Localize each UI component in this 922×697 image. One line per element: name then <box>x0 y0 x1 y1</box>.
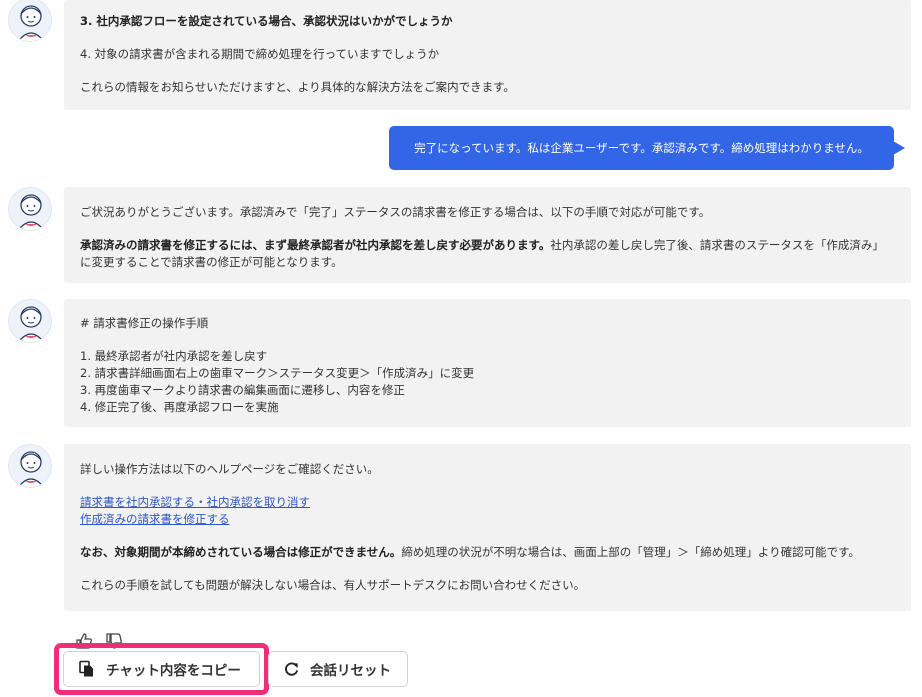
message-bold-text: なお、対象期間が本締めされている場合は修正ができません。 <box>80 545 402 559</box>
list-item: 3. 再度歯車マークより請求書の編集画面に遷移し、内容を修正 <box>80 383 405 397</box>
list-item: 1. 最終承認者が社内承認を差し戻す <box>80 349 268 363</box>
bot-message-4: 詳しい操作方法は以下のヘルプページをご確認ください。 請求書を社内承認する・社内… <box>64 444 911 611</box>
help-link-edit-invoice[interactable]: 作成済みの請求書を修正する <box>80 512 230 526</box>
bot-message-2: ご状況ありがとうございます。承認済みで「完了」ステータスの請求書を修正する場合は… <box>64 187 911 283</box>
message-paragraph: なお、対象期間が本締めされている場合は修正ができません。締め処理の状況が不明な場… <box>80 544 895 561</box>
bot-message-1: 3. 社内承認フローを設定されている場合、承認状況はいかがでしょうか 4. 対象… <box>64 0 911 110</box>
message-text: これらの手順を試しても問題が解決しない場合は、有人サポートデスクにお問い合わせく… <box>80 578 586 592</box>
message-text: 詳しい操作方法は以下のヘルプページをご確認ください。 <box>80 462 379 476</box>
bot-avatar-icon <box>8 299 52 343</box>
message-heading: # 請求書修正の操作手順 <box>80 316 209 330</box>
refresh-icon <box>285 661 299 676</box>
reset-chat-button[interactable]: 会話リセット <box>268 651 408 687</box>
bot-avatar-icon <box>8 0 52 42</box>
message-text: これらの情報をお知らせいただけますと、より具体的な解決方法をご案内できます。 <box>80 80 515 94</box>
bot-avatar-icon <box>8 187 52 231</box>
list-item: 4. 修正完了後、再度承認フローを実施 <box>80 400 279 414</box>
bot-message-3: # 請求書修正の操作手順 1. 最終承認者が社内承認を差し戻す 2. 請求書詳細… <box>64 299 911 427</box>
bot-avatar-icon <box>8 444 52 488</box>
list-item: 2. 請求書詳細画面右上の歯車マーク＞ステータス変更＞「作成済み」に変更 <box>80 366 475 380</box>
message-text: 締め処理の状況が不明な場合は、画面上部の「管理」＞「締め処理」より確認可能です。 <box>401 545 860 559</box>
message-text: ご状況ありがとうございます。承認済みで「完了」ステータスの請求書を修正する場合は… <box>80 205 711 219</box>
reset-chat-label: 会話リセット <box>310 663 391 679</box>
help-link-approval[interactable]: 請求書を社内承認する・社内承認を取り消す <box>80 495 310 509</box>
message-bold-text: 承認済みの請求書を修正するには、まず最終承認者が社内承認を差し戻す必要があります… <box>80 238 551 252</box>
copy-button-highlight <box>54 643 269 695</box>
message-text: 4. 対象の請求書が含まれる期間で締め処理を行っていますでしょうか <box>80 47 440 61</box>
user-message-1: 完了になっています。私は企業ユーザーです。承認済みです。締め処理はわかりません。 <box>389 126 894 170</box>
message-paragraph: 承認済みの請求書を修正するには、まず最終承認者が社内承認を差し戻す必要があります… <box>80 237 895 271</box>
user-bubble-tail <box>893 141 905 155</box>
message-text: 3. 社内承認フローを設定されている場合、承認状況はいかがでしょうか <box>80 14 453 28</box>
